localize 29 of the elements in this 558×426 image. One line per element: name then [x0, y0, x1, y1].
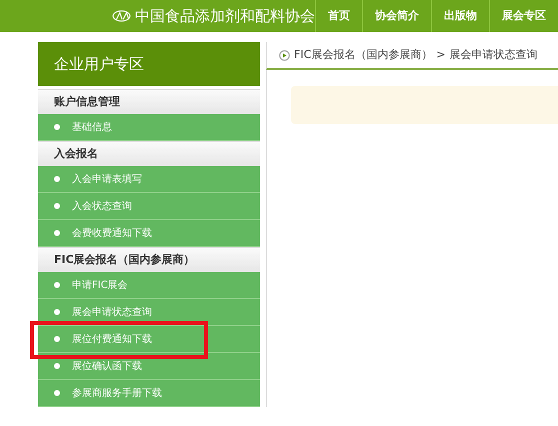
section-header: FIC展会报名（国内参展商） [38, 247, 260, 272]
section-header: 入会报名 [38, 141, 260, 166]
play-icon [279, 50, 290, 60]
site-name: 中国食品添加剂和配料协会 [135, 6, 315, 27]
menu-item[interactable]: 入会申请表填写 [38, 166, 260, 193]
menu-item[interactable]: 申请FIC展会 [38, 272, 260, 299]
breadcrumb-current: 展会申请状态查询 [449, 46, 538, 63]
section-header: 账户信息管理 [38, 89, 260, 114]
nav-link[interactable]: 首页 [315, 0, 362, 32]
menu-item[interactable]: 参展商服务手册下载 [38, 380, 260, 407]
breadcrumb-separator: > [436, 46, 446, 63]
menu-item[interactable]: 入会状态查询 [38, 193, 260, 220]
sidebar-title: 企业用户专区 [54, 54, 144, 75]
bullet-icon [54, 336, 60, 342]
bullet-icon [54, 363, 60, 369]
nav-link[interactable]: 出版物 [431, 0, 489, 32]
bullet-icon [54, 390, 60, 396]
bullet-icon [54, 230, 60, 236]
bullet-icon [54, 124, 60, 130]
bullet-icon [54, 309, 60, 315]
nav-link[interactable]: 展会专区 [489, 0, 558, 32]
menu-item[interactable]: 展位付费通知下载 [38, 326, 260, 353]
nav-link[interactable]: 协会简介 [362, 0, 431, 32]
menu-item[interactable]: 会费收费通知下载 [38, 220, 260, 247]
bullet-icon [54, 282, 60, 288]
bullet-icon [54, 203, 60, 209]
breadcrumb-link[interactable]: FIC展会报名（国内参展商） [294, 46, 432, 64]
bullet-icon [54, 176, 60, 182]
menu-item[interactable]: 基础信息 [38, 114, 260, 141]
